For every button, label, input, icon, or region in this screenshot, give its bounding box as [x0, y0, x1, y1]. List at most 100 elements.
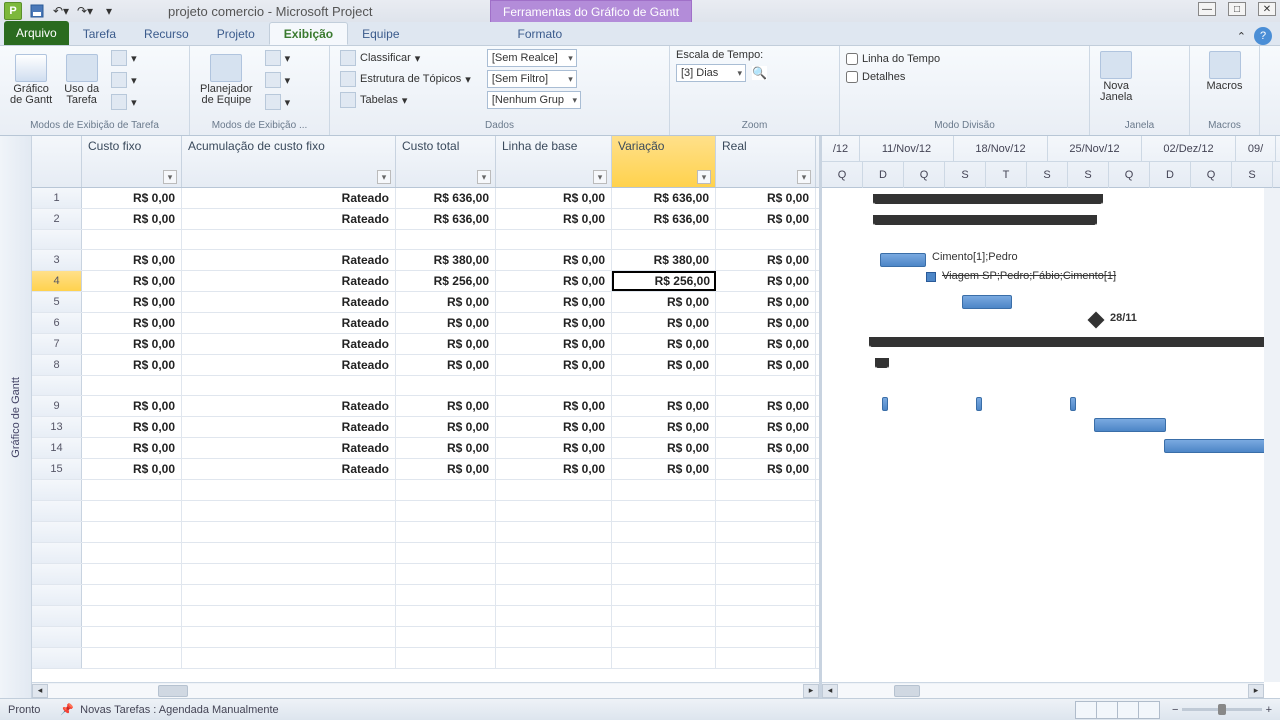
- cell[interactable]: R$ 0,00: [716, 188, 816, 208]
- help-icon[interactable]: ?: [1254, 27, 1272, 45]
- row-number[interactable]: 2: [32, 209, 82, 229]
- cell[interactable]: R$ 0,00: [396, 417, 496, 437]
- cell[interactable]: Rateado: [182, 313, 396, 333]
- cell[interactable]: R$ 0,00: [82, 209, 182, 229]
- cell[interactable]: R$ 0,00: [496, 417, 612, 437]
- tab-formato[interactable]: Formato: [504, 22, 577, 45]
- chevron-down-icon[interactable]: ▾: [593, 170, 607, 184]
- task-bar[interactable]: [1094, 418, 1166, 432]
- cell[interactable]: R$ 0,00: [496, 209, 612, 229]
- cell[interactable]: R$ 0,00: [612, 396, 716, 416]
- cell[interactable]: R$ 0,00: [396, 459, 496, 479]
- cell[interactable]: R$ 0,00: [612, 313, 716, 333]
- table-row[interactable]: 3R$ 0,00RateadoR$ 380,00R$ 0,00R$ 380,00…: [32, 250, 819, 271]
- macros-button[interactable]: Macros: [1196, 49, 1253, 94]
- task-usage-button[interactable]: Uso da Tarefa: [60, 52, 103, 108]
- task-bar[interactable]: [882, 397, 888, 411]
- group-combo[interactable]: [Nenhum Grup: [487, 91, 581, 109]
- cell[interactable]: R$ 0,00: [612, 459, 716, 479]
- new-window-button[interactable]: Nova Janela: [1096, 49, 1136, 105]
- view-bar[interactable]: Gráfico de Gantt: [0, 136, 32, 698]
- view-shortcuts[interactable]: [1076, 701, 1160, 719]
- cell[interactable]: R$ 0,00: [716, 396, 816, 416]
- undo-icon[interactable]: ↶▾: [52, 2, 70, 20]
- cell[interactable]: R$ 0,00: [496, 188, 612, 208]
- cell[interactable]: R$ 0,00: [716, 438, 816, 458]
- cell[interactable]: Rateado: [182, 334, 396, 354]
- row-number[interactable]: 3: [32, 250, 82, 270]
- cell[interactable]: R$ 0,00: [716, 334, 816, 354]
- row-number[interactable]: 13: [32, 417, 82, 437]
- cell[interactable]: R$ 0,00: [612, 417, 716, 437]
- cell[interactable]: R$ 0,00: [716, 271, 816, 291]
- table-row[interactable]: 7R$ 0,00RateadoR$ 0,00R$ 0,00R$ 0,00R$ 0…: [32, 334, 819, 355]
- team-planner-button[interactable]: Planejador de Equipe: [196, 52, 257, 108]
- cell[interactable]: R$ 0,00: [612, 334, 716, 354]
- cell[interactable]: R$ 0,00: [82, 250, 182, 270]
- cell[interactable]: R$ 0,00: [496, 396, 612, 416]
- outline-button[interactable]: Estrutura de Tópicos ▾: [336, 70, 475, 88]
- cell[interactable]: R$ 0,00: [612, 355, 716, 375]
- cell[interactable]: R$ 0,00: [82, 396, 182, 416]
- tab-file[interactable]: Arquivo: [4, 21, 69, 45]
- cell[interactable]: R$ 0,00: [496, 355, 612, 375]
- summary-bar[interactable]: [876, 358, 888, 368]
- row-number[interactable]: 8: [32, 355, 82, 375]
- tab-recurso[interactable]: Recurso: [130, 22, 203, 45]
- cell[interactable]: R$ 0,00: [496, 459, 612, 479]
- cell[interactable]: R$ 0,00: [396, 334, 496, 354]
- cell[interactable]: R$ 380,00: [612, 250, 716, 270]
- cell[interactable]: R$ 0,00: [82, 292, 182, 312]
- table-row[interactable]: 6R$ 0,00RateadoR$ 0,00R$ 0,00R$ 0,00R$ 0…: [32, 313, 819, 334]
- table-row[interactable]: 5R$ 0,00RateadoR$ 0,00R$ 0,00R$ 0,00R$ 0…: [32, 292, 819, 313]
- filter-combo[interactable]: [Sem Filtro]: [487, 70, 577, 88]
- cell[interactable]: R$ 0,00: [396, 438, 496, 458]
- cell[interactable]: R$ 0,00: [82, 334, 182, 354]
- gantt-chart-area[interactable]: Cimento[1];Pedro Viagem SP;Pedro;Fábio;C…: [822, 188, 1280, 698]
- cell[interactable]: R$ 0,00: [396, 313, 496, 333]
- cell[interactable]: R$ 0,00: [496, 313, 612, 333]
- cell[interactable]: Rateado: [182, 355, 396, 375]
- cell[interactable]: R$ 0,00: [496, 250, 612, 270]
- table-hscrollbar[interactable]: ◂▸: [32, 682, 819, 698]
- cell[interactable]: Rateado: [182, 396, 396, 416]
- cell[interactable]: R$ 636,00: [396, 209, 496, 229]
- summary-bar[interactable]: [870, 337, 1270, 347]
- cell[interactable]: R$ 0,00: [716, 355, 816, 375]
- col-acumulacao[interactable]: Acumulação de custo fixo▾: [182, 136, 396, 187]
- maximize-button[interactable]: □: [1228, 2, 1246, 16]
- cell[interactable]: Rateado: [182, 292, 396, 312]
- cell[interactable]: R$ 0,00: [82, 271, 182, 291]
- highlight-combo[interactable]: [Sem Realce]: [487, 49, 577, 67]
- tab-exibicao[interactable]: Exibição: [269, 22, 348, 45]
- tab-equipe[interactable]: Equipe: [348, 22, 413, 45]
- cell[interactable]: R$ 0,00: [82, 355, 182, 375]
- summary-bar[interactable]: [874, 194, 1102, 204]
- milestone-icon[interactable]: [1088, 312, 1105, 329]
- summary-bar[interactable]: [874, 215, 1096, 225]
- close-button[interactable]: ✕: [1258, 2, 1276, 16]
- row-number[interactable]: 1: [32, 188, 82, 208]
- cell[interactable]: R$ 0,00: [496, 271, 612, 291]
- cell[interactable]: R$ 0,00: [716, 313, 816, 333]
- row-number[interactable]: 7: [32, 334, 82, 354]
- table-row[interactable]: 15R$ 0,00RateadoR$ 0,00R$ 0,00R$ 0,00R$ …: [32, 459, 819, 480]
- cell[interactable]: R$ 0,00: [716, 209, 816, 229]
- gantt-hscrollbar[interactable]: ◂▸: [822, 682, 1264, 698]
- cell[interactable]: R$ 636,00: [612, 209, 716, 229]
- small-res-2[interactable]: ▾: [261, 71, 295, 89]
- cell[interactable]: R$ 0,00: [612, 292, 716, 312]
- cell[interactable]: R$ 0,00: [82, 417, 182, 437]
- small-res-1[interactable]: ▾: [261, 49, 295, 67]
- minimize-ribbon-icon[interactable]: ⌃: [1237, 30, 1246, 43]
- zoom-slider[interactable]: −+: [1172, 703, 1272, 717]
- tables-button[interactable]: Tabelas ▾: [336, 91, 475, 109]
- task-marker[interactable]: [926, 272, 936, 282]
- col-real[interactable]: Real▾: [716, 136, 816, 187]
- row-number[interactable]: 14: [32, 438, 82, 458]
- cell[interactable]: R$ 0,00: [82, 188, 182, 208]
- task-bar[interactable]: [962, 295, 1012, 309]
- small-view-3[interactable]: ▾: [107, 93, 141, 111]
- tab-tarefa[interactable]: Tarefa: [69, 22, 130, 45]
- cell[interactable]: R$ 0,00: [396, 292, 496, 312]
